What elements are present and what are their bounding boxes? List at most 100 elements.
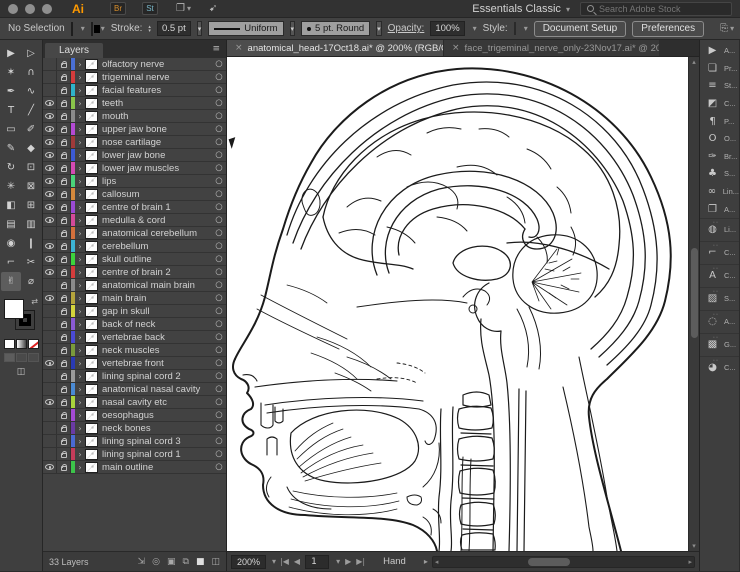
character-panel-button[interactable]: AC...: [700, 264, 739, 287]
layer-name[interactable]: oesophagus: [102, 410, 212, 421]
layer-name[interactable]: trigeminal nerve: [102, 72, 212, 83]
close-window-button[interactable]: [8, 4, 18, 14]
vertical-scrollbar[interactable]: ▴ ▾: [688, 57, 699, 551]
lock-toggle[interactable]: [57, 253, 71, 265]
layer-row[interactable]: ›centre of brain 2○: [43, 266, 226, 279]
lock-toggle[interactable]: [57, 58, 71, 70]
layer-row[interactable]: ›teeth○: [43, 97, 226, 110]
expand-arrow-icon[interactable]: ›: [75, 216, 85, 225]
expand-arrow-icon[interactable]: ›: [75, 229, 85, 238]
target-circle-icon[interactable]: ○: [212, 306, 226, 316]
direct-selection-tool[interactable]: ▷: [21, 44, 41, 63]
layers-tab[interactable]: Layers: [45, 43, 103, 58]
visibility-toggle[interactable]: [43, 227, 57, 239]
layer-name[interactable]: nose cartilage: [102, 137, 212, 148]
layer-row[interactable]: ›gap in skull○: [43, 305, 226, 318]
free-transform-tool[interactable]: ⊠: [21, 177, 41, 196]
arrange-documents-icon[interactable]: ❐▾: [176, 3, 191, 14]
expand-arrow-icon[interactable]: ›: [75, 125, 85, 134]
layer-name[interactable]: callosum: [102, 189, 212, 200]
layer-name[interactable]: gap in skull: [102, 306, 212, 317]
target-circle-icon[interactable]: ○: [212, 124, 226, 134]
layer-name[interactable]: mouth: [102, 111, 212, 122]
appearance-panel-button[interactable]: ◌A...: [700, 310, 739, 333]
layer-name[interactable]: lower jaw bone: [102, 150, 212, 161]
layer-thumbnail[interactable]: [85, 319, 98, 330]
layer-thumbnail[interactable]: [85, 345, 98, 356]
layer-name[interactable]: lower jaw muscles: [102, 163, 212, 174]
target-circle-icon[interactable]: ○: [212, 397, 226, 407]
layer-row[interactable]: ›nose cartilage○: [43, 136, 226, 149]
layer-row[interactable]: ›centre of brain 1○: [43, 201, 226, 214]
target-circle-icon[interactable]: ○: [212, 176, 226, 186]
lock-toggle[interactable]: [57, 84, 71, 96]
zoom-tool[interactable]: ⌀: [21, 272, 41, 291]
lock-toggle[interactable]: [57, 357, 71, 369]
magic-wand-tool[interactable]: ✶: [1, 63, 21, 82]
fill-swatch[interactable]: [71, 22, 73, 36]
canvas-area[interactable]: ▴ ▾: [227, 57, 699, 551]
properties-panel-button[interactable]: ❏Pr...: [700, 60, 739, 78]
layer-thumbnail[interactable]: [85, 423, 98, 434]
swatches-panel-button[interactable]: ▨S...: [700, 287, 739, 310]
visibility-toggle[interactable]: [43, 370, 57, 382]
target-circle-icon[interactable]: ○: [212, 462, 226, 472]
zoom-level-field[interactable]: 200%: [231, 555, 266, 569]
gradient-panel-button[interactable]: ▩G...: [700, 333, 739, 356]
last-artboard-button[interactable]: ▶|: [356, 557, 365, 566]
lock-toggle[interactable]: [57, 162, 71, 174]
previous-artboard-button[interactable]: ◀: [294, 557, 300, 566]
mesh-tool[interactable]: ▤: [1, 215, 21, 234]
expand-arrow-icon[interactable]: ›: [75, 385, 85, 394]
layer-name[interactable]: skull outline: [102, 254, 212, 265]
layer-row[interactable]: ›lower jaw bone○: [43, 149, 226, 162]
layer-row[interactable]: ›anatomical main brain○: [43, 279, 226, 292]
lock-toggle[interactable]: [57, 266, 71, 278]
visibility-toggle[interactable]: [43, 58, 57, 70]
target-circle-icon[interactable]: ○: [212, 85, 226, 95]
layer-thumbnail[interactable]: [85, 306, 98, 317]
visibility-toggle[interactable]: [43, 253, 57, 265]
scroll-right-icon[interactable]: ▸: [688, 558, 692, 566]
new-sublayer-button[interactable]: ⧉: [183, 557, 189, 567]
layer-row[interactable]: ›lining spinal cord 3○: [43, 435, 226, 448]
expand-arrow-icon[interactable]: ›: [75, 450, 85, 459]
visibility-toggle[interactable]: [43, 318, 57, 330]
paragraph-panel-button[interactable]: ¶P...: [700, 112, 739, 130]
lock-toggle[interactable]: [57, 175, 71, 187]
layer-row[interactable]: ›vertebrae back○: [43, 331, 226, 344]
layer-row[interactable]: ›skull outline○: [43, 253, 226, 266]
layer-name[interactable]: vertebrae back: [102, 332, 212, 343]
horizontal-scrollbar[interactable]: ◂ ▸: [432, 556, 695, 568]
scroll-down-icon[interactable]: ▾: [692, 542, 696, 550]
lock-toggle[interactable]: [57, 396, 71, 408]
stock-button[interactable]: St: [142, 2, 158, 15]
expand-arrow-icon[interactable]: ›: [75, 112, 85, 121]
opentype-panel-button[interactable]: OO...: [700, 130, 739, 148]
layer-thumbnail[interactable]: [85, 267, 98, 278]
target-circle-icon[interactable]: ○: [212, 332, 226, 342]
status-options-icon[interactable]: ▸: [424, 557, 428, 566]
horizontal-scroll-thumb[interactable]: [528, 558, 570, 566]
target-circle-icon[interactable]: ○: [212, 436, 226, 446]
expand-arrow-icon[interactable]: ›: [75, 372, 85, 381]
target-circle-icon[interactable]: ○: [212, 163, 226, 173]
close-tab-icon[interactable]: ×: [235, 43, 243, 53]
layer-thumbnail[interactable]: [85, 150, 98, 161]
target-circle-icon[interactable]: ○: [212, 384, 226, 394]
lock-toggle[interactable]: [57, 279, 71, 291]
visibility-toggle[interactable]: [43, 84, 57, 96]
target-circle-icon[interactable]: ○: [212, 59, 226, 69]
layer-name[interactable]: lining spinal cord 3: [102, 436, 212, 447]
width-profile-dropdown[interactable]: Uniform: [208, 21, 283, 36]
shaper-tool[interactable]: ✎: [1, 139, 21, 158]
visibility-toggle[interactable]: [43, 214, 57, 226]
brushes-panel-button[interactable]: ✑Br...: [700, 148, 739, 166]
preferences-button[interactable]: Preferences: [632, 21, 704, 37]
layer-name[interactable]: upper jaw bone: [102, 124, 212, 135]
layer-name[interactable]: teeth: [102, 98, 212, 109]
layer-row[interactable]: ›lips○: [43, 175, 226, 188]
layer-row[interactable]: ›main outline○: [43, 461, 226, 474]
layer-thumbnail[interactable]: [85, 124, 98, 135]
target-circle-icon[interactable]: ○: [212, 189, 226, 199]
